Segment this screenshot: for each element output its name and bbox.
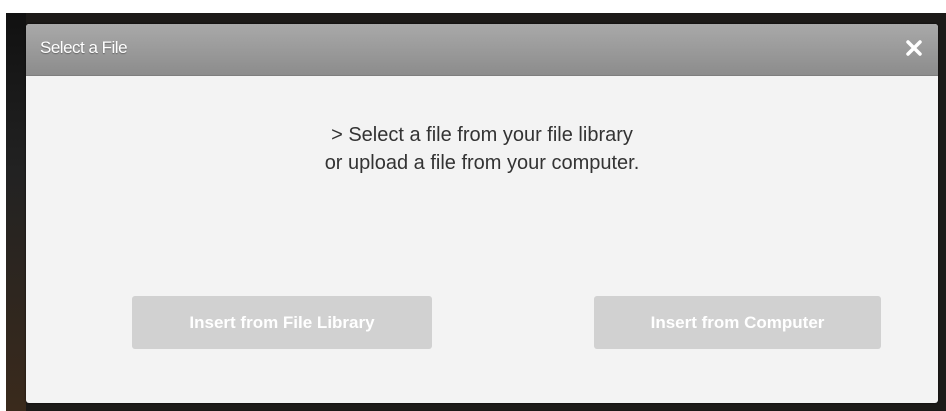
dialog-title: Select a File [40,38,128,57]
insert-from-computer-button[interactable]: Insert from Computer [594,296,881,349]
screen: Select a File > Select a file from your … [0,0,946,411]
page-backdrop-edge [6,13,26,411]
dialog-message-line-2: or upload a file from your computer. [324,152,640,174]
dialog-message: > Select a file from your file library o… [26,121,938,177]
close-button[interactable] [902,36,926,60]
dialog-header: Select a File [26,24,938,76]
select-file-dialog: Select a File > Select a file from your … [26,24,938,403]
insert-from-file-library-button[interactable]: Insert from File Library [132,296,432,349]
close-icon [906,40,922,56]
dialog-message-line-1: > Select a file from your file library [331,124,633,146]
